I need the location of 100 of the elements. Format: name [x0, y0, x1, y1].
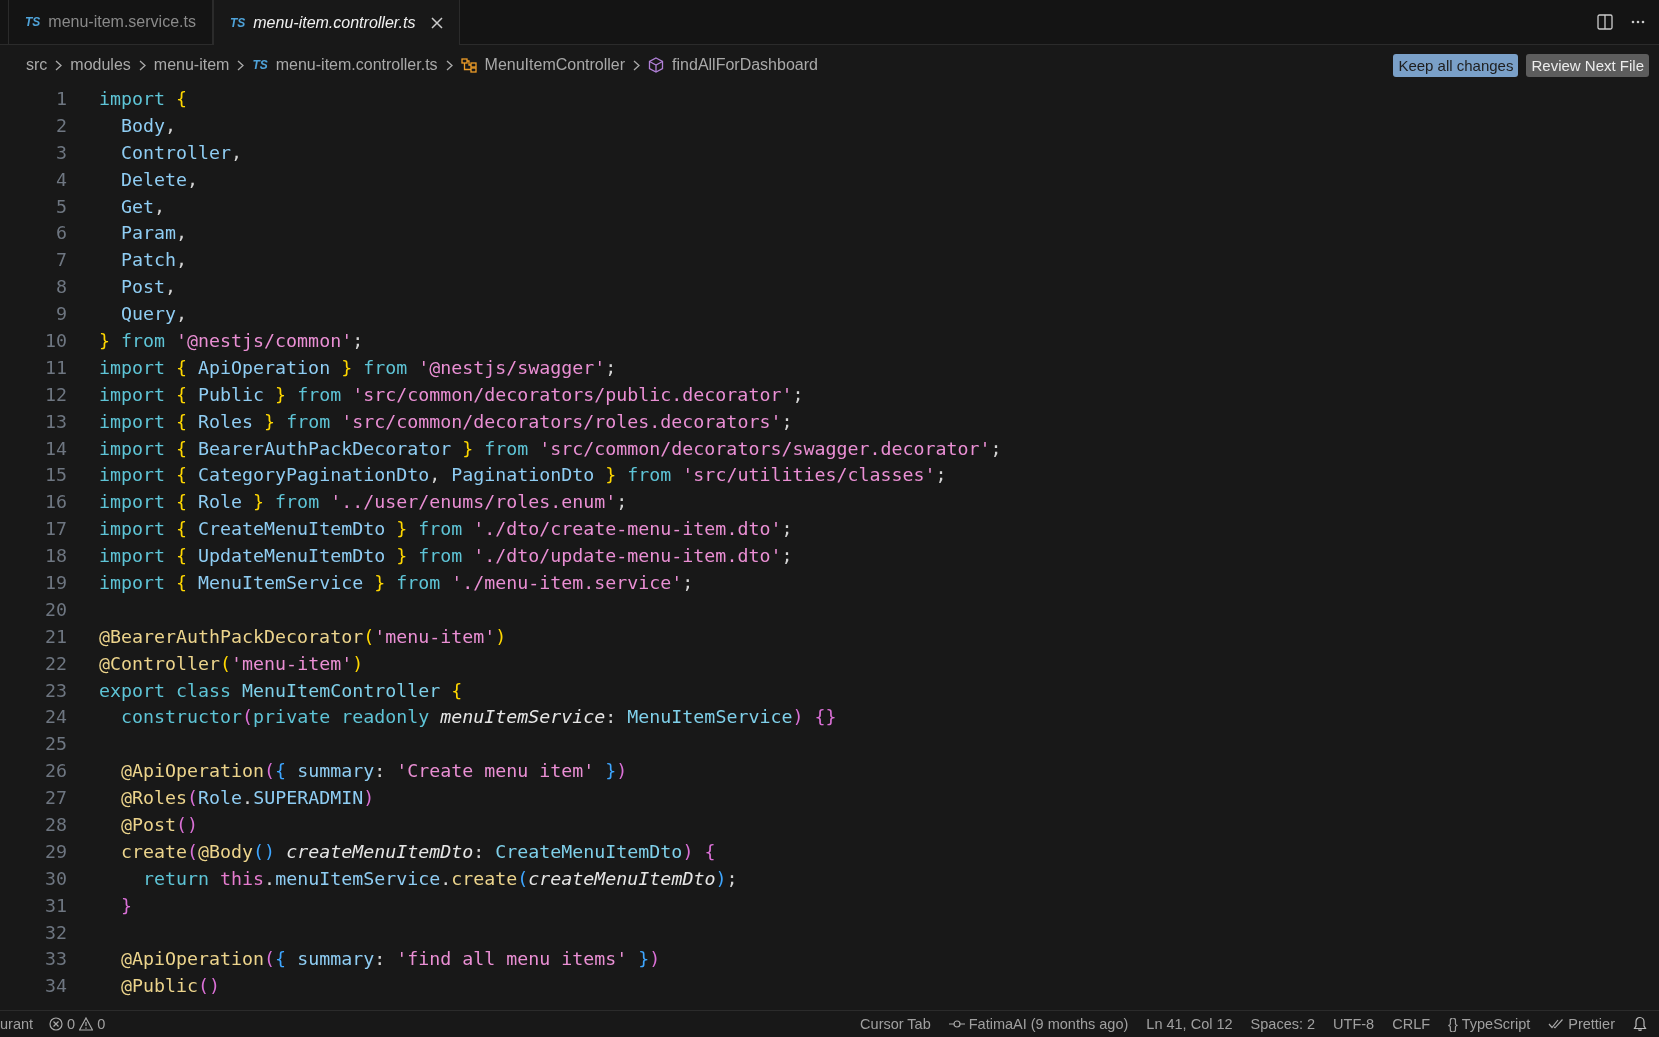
- line-number: 17: [44, 518, 67, 540]
- line-number: 23: [44, 679, 67, 701]
- chevron-icon: [138, 59, 146, 71]
- line-number: 28: [44, 814, 67, 835]
- line-number: 12: [44, 383, 67, 405]
- line-number: 2: [55, 114, 67, 136]
- code-line: Controller,: [120, 141, 243, 163]
- code-line: @Roles(Role.SUPERADMIN): [120, 787, 375, 809]
- line-number: 29: [44, 840, 67, 862]
- code-line: @BearerAuthPackDecorator('menu-item'): [99, 625, 507, 647]
- line-number: 7: [55, 249, 67, 271]
- line-number: 1: [55, 87, 67, 109]
- line-number: 21: [44, 625, 67, 647]
- line-number: 5: [55, 195, 67, 217]
- code-line: import { CreateMenuItemDto } from './dto/create-menu-item.dto';: [99, 518, 793, 540]
- code-line: import { BearerAuthPackDecorator } from 'src/common/decorators/swagger.decorator';: [99, 437, 1002, 459]
- file-type-label: TS: [25, 15, 41, 29]
- line-number: 15: [44, 464, 67, 486]
- cube-icon: [648, 57, 665, 73]
- formatter-status[interactable]: Prettier: [1568, 1016, 1615, 1032]
- chevron-icon: [55, 59, 63, 71]
- status-item[interactable]: urant: [0, 1016, 34, 1032]
- tab[interactable]: TS menu-item.service.ts: [8, 0, 213, 44]
- code-line: @Controller('menu-item'): [99, 652, 364, 674]
- code-line: Post,: [120, 276, 177, 298]
- line-number: 34: [44, 975, 67, 997]
- code-line: Delete,: [120, 168, 199, 190]
- close-icon[interactable]: [431, 16, 444, 29]
- code-line: @Public(): [120, 975, 221, 997]
- blame-info[interactable]: FatimaAI (9 months ago): [968, 1016, 1129, 1032]
- breadcrumb-item[interactable]: src: [26, 56, 48, 74]
- code-line: import {: [99, 87, 188, 109]
- line-number: 33: [44, 948, 67, 970]
- code-line: Body,: [120, 114, 177, 136]
- split-editor-icon[interactable]: [1597, 14, 1613, 30]
- line-number: 6: [55, 222, 67, 244]
- language-mode[interactable]: TypeScript: [1461, 1016, 1531, 1032]
- warning-count[interactable]: 0: [97, 1016, 106, 1032]
- chevron-icon: [237, 59, 245, 71]
- line-number: 26: [44, 760, 67, 782]
- line-number: 30: [44, 867, 67, 889]
- code-line: export class MenuItemController {: [99, 679, 463, 701]
- line-number: 14: [44, 437, 67, 459]
- code-line: import { CategoryPaginationDto, PaginationDto } from 'src/utilities/classes';: [99, 464, 947, 486]
- chevron-icon: [445, 59, 453, 71]
- line-number: 16: [44, 491, 67, 513]
- breadcrumb-item[interactable]: findAllForDashboard: [672, 56, 818, 74]
- code-line: create(@Body() createMenuItemDto: CreateMenuItemDto) {: [120, 840, 716, 862]
- breadcrumb-item[interactable]: modules: [70, 56, 131, 74]
- code-line: import { MenuItemService } from './menu-item.service';: [99, 571, 694, 593]
- line-number: 9: [55, 303, 67, 325]
- code-line: Query,: [120, 303, 188, 325]
- braces-glyph: {}: [1448, 1016, 1458, 1032]
- line-number: 4: [55, 168, 67, 190]
- line-number: 10: [44, 329, 67, 351]
- code-line: @ApiOperation({ summary: 'Create menu item' }): [120, 760, 628, 782]
- code-line: Param,: [120, 222, 188, 244]
- error-count[interactable]: 0: [67, 1016, 76, 1032]
- line-number: 24: [44, 706, 67, 728]
- line-number: 25: [44, 733, 67, 755]
- line-number: 31: [44, 894, 67, 916]
- file-type-label: TS: [229, 15, 246, 30]
- review-button[interactable]: Review Next File: [1526, 53, 1649, 77]
- keep-changes-button[interactable]: Keep all changes: [1393, 53, 1519, 77]
- class-icon: [460, 57, 477, 73]
- breadcrumb-item[interactable]: MenuItemController: [484, 56, 626, 74]
- line-number: 8: [55, 276, 67, 298]
- commit-icon: [948, 1019, 965, 1029]
- status-item[interactable]: Cursor Tab: [860, 1016, 931, 1032]
- tab[interactable]: TS menu-item.controller.ts: [212, 0, 461, 45]
- status-item[interactable]: CRLF: [1392, 1016, 1431, 1032]
- breadcrumb-item[interactable]: menu-item.controller.ts: [275, 56, 438, 74]
- code-line: Get,: [120, 195, 166, 217]
- file-type-label: TS: [252, 58, 268, 72]
- status-item[interactable]: Spaces: 2: [1250, 1016, 1316, 1032]
- code-line: import { Role } from '../user/enums/roles.enum';: [99, 491, 628, 513]
- line-number: 18: [44, 545, 67, 567]
- status-item[interactable]: Ln 41, Col 12: [1146, 1016, 1233, 1032]
- code-line: import { ApiOperation } from '@nestjs/swagger';: [99, 356, 617, 378]
- code-line: @ApiOperation({ summary: 'find all menu items' }): [120, 948, 661, 970]
- code-line: import { Roles } from 'src/common/decorators/roles.decorators';: [99, 410, 793, 432]
- chevron-icon: [633, 59, 641, 71]
- warning-icon: [79, 1017, 94, 1031]
- code-line: constructor(private readonly menuItemService: MenuItemService) {}: [120, 706, 837, 728]
- line-number: 20: [44, 598, 67, 620]
- code-line: import { UpdateMenuItemDto } from './dto/update-menu-item.dto';: [99, 545, 793, 567]
- line-number: 22: [44, 652, 67, 674]
- double-check-icon: [1548, 1018, 1565, 1030]
- more-icon[interactable]: [1631, 20, 1645, 24]
- bell-icon[interactable]: [1633, 1016, 1647, 1032]
- error-icon: [49, 1017, 64, 1031]
- line-number: 27: [44, 787, 67, 809]
- breadcrumb-item[interactable]: menu-item: [153, 56, 230, 74]
- code-line: }: [120, 894, 133, 916]
- line-number: 3: [55, 141, 67, 163]
- code-line: import { Public } from 'src/common/decorators/public.decorator';: [99, 383, 804, 405]
- code-line: @Post(): [120, 814, 199, 835]
- line-number: 11: [44, 356, 67, 378]
- code-line: Patch,: [120, 249, 188, 271]
- status-item[interactable]: UTF-8: [1333, 1016, 1375, 1032]
